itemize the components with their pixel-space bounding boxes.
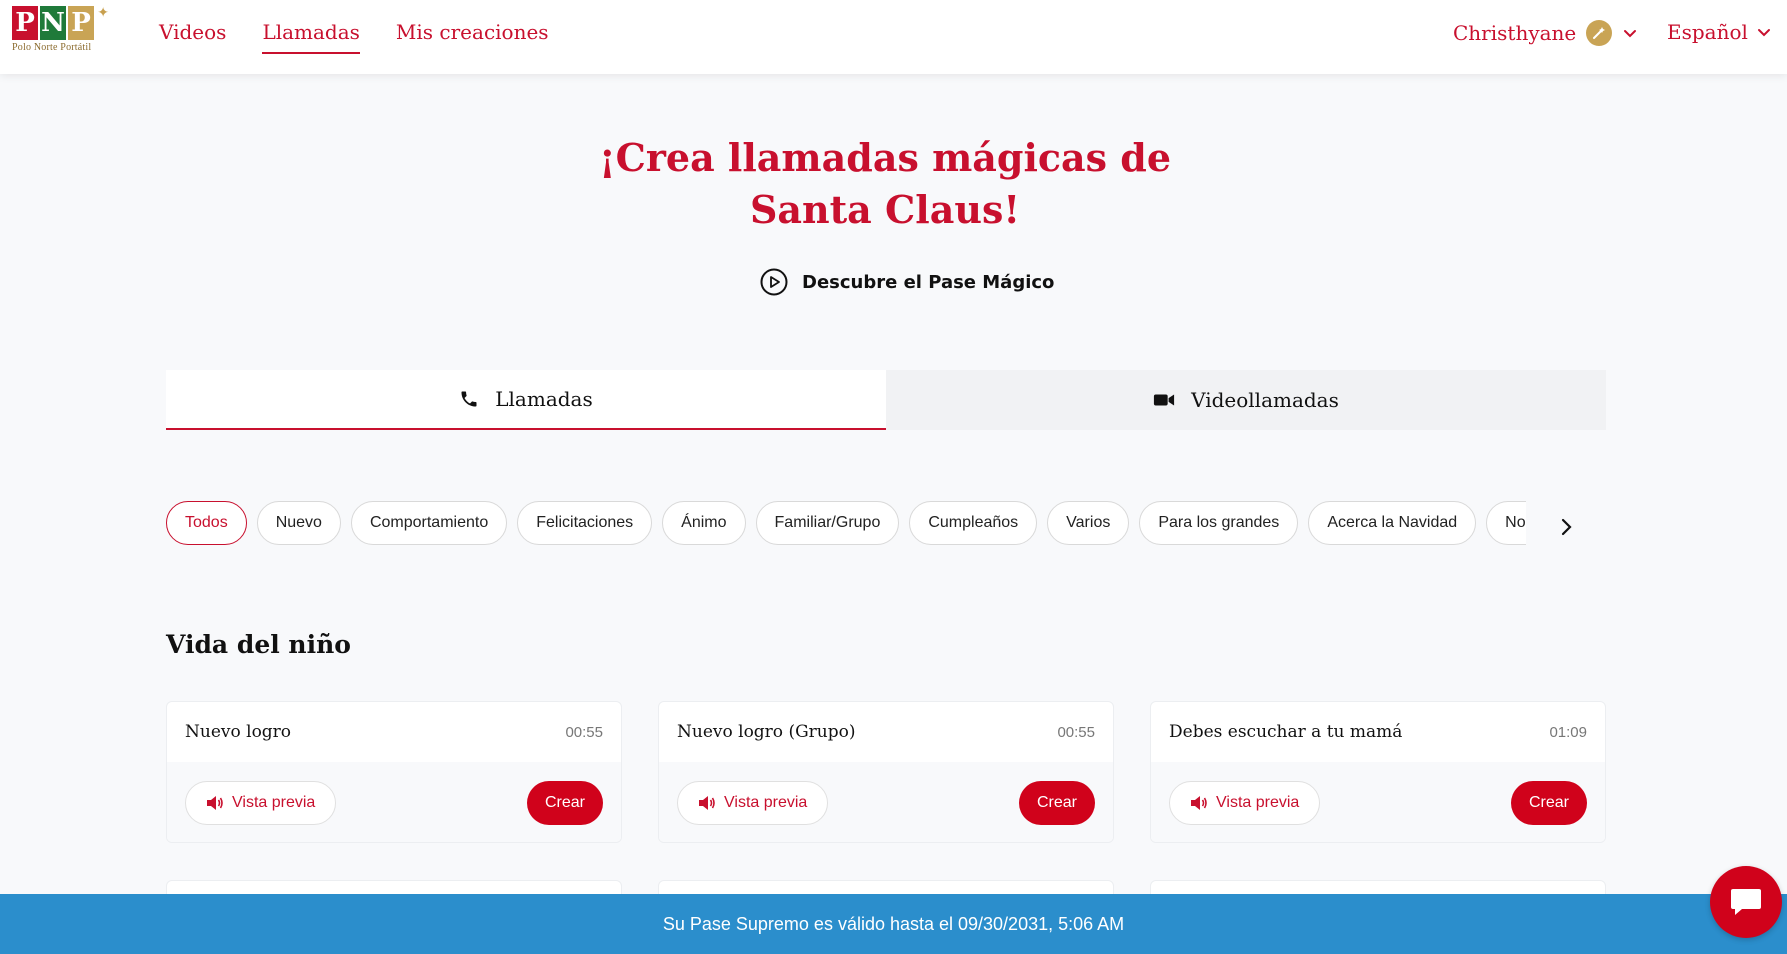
call-name: Nuevo logro (Grupo) [677,722,856,742]
preview-button[interactable]: Vista previa [185,781,337,825]
language-selector[interactable]: Español [1667,20,1772,44]
chip-todos[interactable]: Todos [166,501,247,545]
logo-letters: P N P [12,6,107,40]
chip-para-los-grandes[interactable]: Para los grandes [1139,501,1299,545]
star-icon: ✦ [97,4,109,20]
call-card: Debes escuchar a tu mamá 01:09 Vista pre… [1150,701,1606,843]
main-nav: Videos Llamadas Mis creaciones [159,20,549,54]
nav-videos[interactable]: Videos [159,20,226,50]
chip-nuevo[interactable]: Nuevo [256,501,341,545]
call-duration: 00:55 [1057,723,1095,741]
preview-label: Vista previa [232,794,316,811]
preview-label: Vista previa [724,794,808,811]
tab-videollamadas[interactable]: Videollamadas [886,370,1606,430]
speaker-icon [699,796,715,810]
create-button[interactable]: Crear [526,781,603,825]
pass-validity-banner: Su Pase Supremo es válido hasta el 09/30… [0,894,1787,954]
call-cards: Nuevo logro 00:55 Vista previa Crear Nue… [166,701,1606,843]
create-button[interactable]: Crear [1510,781,1587,825]
chevron-down-icon [1757,29,1770,37]
chip-acerca-la-navidad[interactable]: Acerca la Navidad [1308,501,1477,545]
chat-button[interactable] [1710,866,1782,938]
call-name: Debes escuchar a tu mamá [1169,722,1403,742]
tab-label: Videollamadas [1191,388,1339,412]
logo-letter-p2: P [68,6,94,40]
magic-pass-badge-icon [1586,20,1613,46]
tab-label: Llamadas [495,387,593,411]
call-card: Nuevo logro (Grupo) 00:55 Vista previa C… [658,701,1114,843]
section-title: Vida del niño [166,630,351,659]
nav-mis-creaciones[interactable]: Mis creaciones [396,20,549,50]
call-name: Nuevo logro [185,722,292,742]
play-circle-icon [760,268,788,296]
logo-letter-p1: P [12,6,38,40]
logo-letter-n: N [40,6,66,40]
preview-label: Vista previa [1216,794,1300,811]
chat-bubble-icon [1731,889,1761,915]
chip-cumpleanos[interactable]: Cumpleaños [909,501,1038,545]
logo-subtitle: Polo Norte Portátil [12,42,92,53]
call-type-tabs: Llamadas Videollamadas [166,370,1606,430]
preview-button[interactable]: Vista previa [677,781,829,825]
user-menu[interactable]: Christhyane [1453,20,1638,46]
language-label: Español [1667,20,1748,44]
user-name: Christhyane [1453,21,1577,45]
chip-felicitaciones[interactable]: Felicitaciones [517,501,653,545]
speaker-icon [1191,796,1207,810]
page-title: ¡Crea llamadas mágicas de Santa Claus! [598,135,1172,232]
pass-validity-text: Su Pase Supremo es válido hasta el 09/30… [662,913,1125,934]
chip-comportamiento[interactable]: Comportamiento [350,501,508,545]
speaker-icon [207,796,223,810]
chip-varios[interactable]: Varios [1047,501,1130,545]
chevron-right-icon[interactable] [1554,515,1578,539]
create-button[interactable]: Crear [1018,781,1095,825]
nav-llamadas[interactable]: Llamadas [262,20,361,54]
phone-icon [461,391,477,407]
chevron-down-icon [1624,30,1637,38]
discover-label: Descubre el Pase Mágico [802,271,1055,293]
call-card: Nuevo logro 00:55 Vista previa Crear [166,701,622,843]
discover-magic-pass-link[interactable]: Descubre el Pase Mágico [760,268,1054,296]
video-camera-icon [1154,394,1175,406]
preview-button[interactable]: Vista previa [1169,781,1321,825]
chip-noche[interactable]: Noch [1486,501,1526,545]
chip-familiar-grupo[interactable]: Familiar/Grupo [755,501,900,545]
tab-llamadas[interactable]: Llamadas [166,370,886,430]
category-chips: Todos Nuevo Comportamiento Felicitacione… [166,501,1526,547]
chip-animo[interactable]: Ánimo [662,501,746,545]
top-header: P N P Polo Norte Portátil ✦ Videos Llama… [0,0,1787,74]
call-duration: 00:55 [565,723,603,741]
pnp-logo[interactable]: P N P Polo Norte Portátil ✦ [12,4,109,62]
call-duration: 01:09 [1549,723,1587,741]
